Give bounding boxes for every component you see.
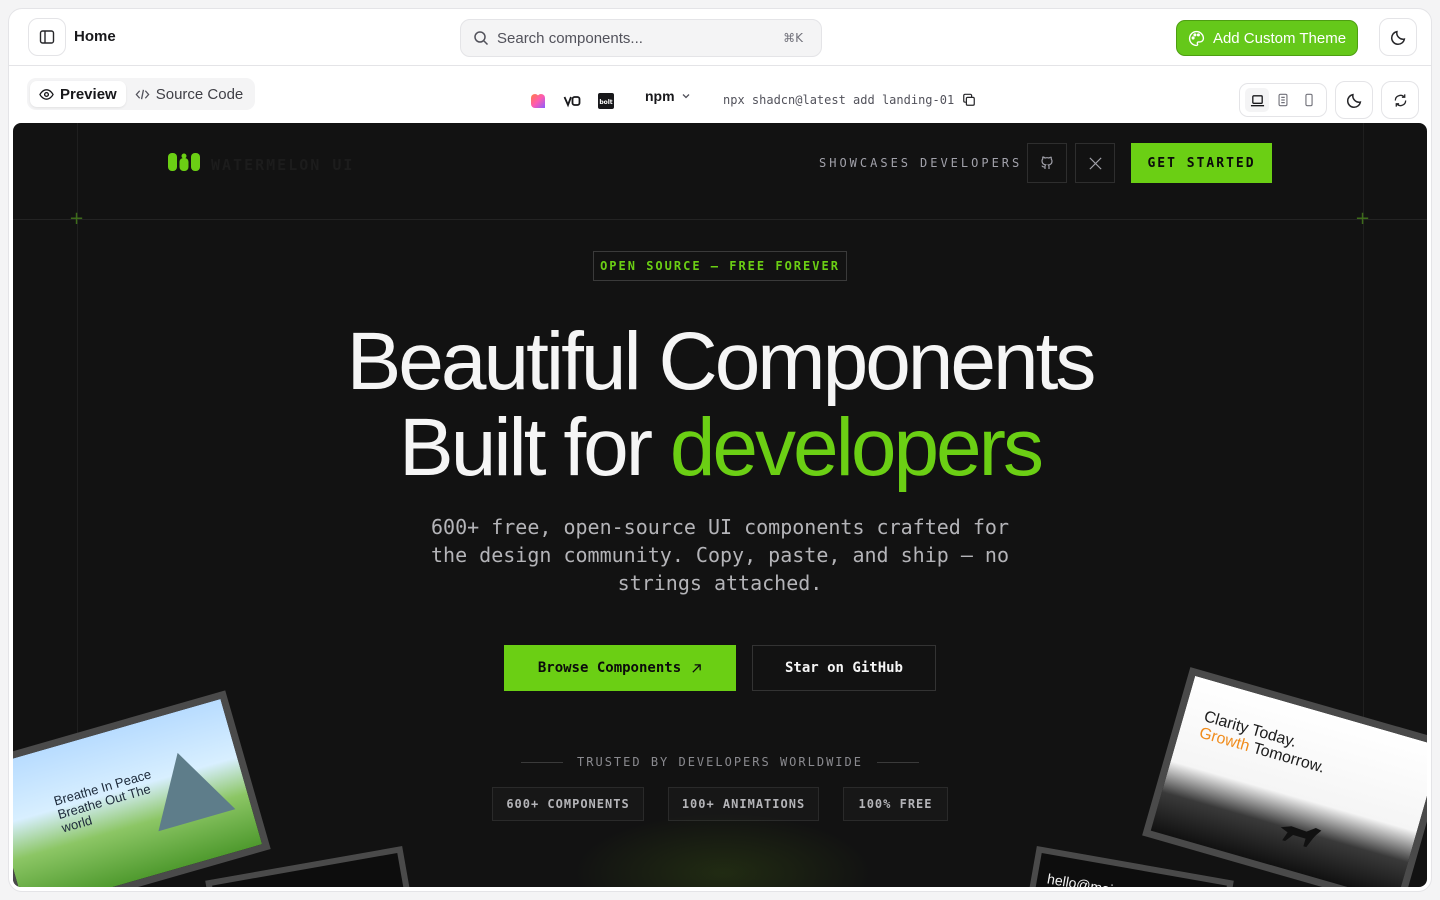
copy-icon[interactable]	[962, 93, 976, 107]
component-preview: + + WATERMELON UI SHOWCASES DEVELOPERS G…	[13, 123, 1427, 887]
bolt-icon[interactable]: bolt	[597, 92, 615, 110]
add-custom-theme-button[interactable]: Add Custom Theme	[1176, 20, 1358, 56]
x-logo-icon	[1088, 156, 1102, 170]
svg-text:bolt: bolt	[599, 99, 612, 106]
trusted-label: TRUSTED BY DEVELOPERS WORLDWIDE	[577, 755, 863, 769]
hero-subcopy: 600+ free, open-source UI components cra…	[431, 515, 1009, 595]
github-button[interactable]	[1027, 143, 1067, 183]
showcase-card-left[interactable]: Breathe In Peace Breathe Out The world	[13, 690, 271, 887]
search-shortcut: ⌘K	[783, 31, 803, 45]
browse-components-button[interactable]: Browse Components	[504, 645, 736, 691]
divider	[521, 761, 564, 763]
nav-showcases[interactable]: SHOWCASES	[819, 156, 911, 170]
home-breadcrumb[interactable]: Home	[74, 28, 116, 45]
view-tabs: Preview Source Code	[27, 78, 256, 110]
tab-preview-label: Preview	[60, 85, 117, 103]
tab-source-code-label: Source Code	[155, 85, 244, 103]
nav-developers[interactable]: DEVELOPERS	[920, 156, 1022, 170]
showcase-card-right-text: Clarity Today. Growth Tomorrow.	[1197, 708, 1331, 776]
sidebar-icon	[39, 30, 55, 44]
install-command: npx shadcn@latest add landing-01	[713, 86, 984, 114]
sidebar-toggle-button[interactable]	[28, 18, 66, 56]
watermelon-logo-icon	[168, 153, 200, 171]
desktop-view-button[interactable]	[1245, 88, 1269, 112]
package-manager-value: npm	[645, 88, 675, 104]
search-box[interactable]: ⌘K	[460, 19, 822, 57]
top-bar: Home ⌘K Add Custom Theme	[9, 9, 1431, 66]
plus-marker: +	[1355, 208, 1371, 229]
preview-theme-toggle-button[interactable]	[1335, 81, 1373, 119]
hero-headline-line1: Beautiful Components	[346, 316, 1097, 407]
search-icon	[474, 31, 489, 46]
v0-icon[interactable]	[563, 92, 581, 110]
eye-icon	[39, 88, 54, 100]
chevron-down-icon	[682, 94, 690, 99]
refresh-preview-button[interactable]	[1381, 81, 1419, 119]
device-size-switcher	[1239, 83, 1327, 117]
divider	[876, 761, 919, 763]
tab-preview[interactable]: Preview	[30, 81, 126, 107]
package-manager-select[interactable]: npm	[645, 88, 691, 104]
palette-icon	[1188, 30, 1205, 46]
card-right2-text: hello@mai	[1046, 870, 1115, 887]
hero-headline-line2: Built for developers	[13, 405, 1427, 491]
showcase-card-right[interactable]: Clarity Today. Growth Tomorrow.	[1142, 667, 1427, 887]
refresh-icon	[1394, 93, 1406, 107]
lovable-icon[interactable]	[529, 92, 547, 110]
grid-line	[13, 219, 1427, 220]
smartphone-icon	[1305, 93, 1313, 107]
open-source-badge: OPEN SOURCE — FREE FOREVER	[593, 251, 847, 281]
x-twitter-button[interactable]	[1075, 143, 1115, 183]
laptop-icon	[1250, 94, 1264, 106]
headline-prefix: Built for	[399, 402, 670, 493]
browse-components-label: Browse Components	[537, 660, 682, 676]
preview-toolbar: Preview Source Code bolt npm npx shadcn@…	[9, 66, 1431, 122]
github-icon	[1041, 156, 1053, 169]
arrow-up-right-icon	[692, 663, 701, 673]
search-input[interactable]	[497, 29, 757, 47]
dark-mode-toggle-button[interactable]	[1379, 18, 1417, 56]
mobile-view-button[interactable]	[1297, 88, 1321, 112]
star-on-github-button[interactable]: Star on GitHub	[752, 645, 936, 691]
plus-marker: +	[69, 208, 85, 229]
get-started-button[interactable]: GET STARTED	[1131, 143, 1272, 183]
tab-source-code[interactable]: Source Code	[126, 81, 253, 107]
glow-effect	[573, 813, 873, 887]
add-custom-theme-label: Add Custom Theme	[1212, 29, 1347, 47]
open-in-tools: bolt	[529, 92, 615, 110]
tablet-view-button[interactable]	[1271, 88, 1295, 112]
install-command-text: npx shadcn@latest add landing-01	[723, 93, 955, 107]
headline-accent: developers	[669, 402, 1044, 493]
tablet-icon	[1278, 93, 1288, 107]
brand-name[interactable]: WATERMELON UI	[211, 156, 354, 174]
moon-icon	[1346, 93, 1361, 108]
moon-icon	[1390, 30, 1405, 45]
app-frame: Home ⌘K Add Custom Theme Preview Source …	[8, 8, 1432, 892]
code-icon	[135, 89, 150, 99]
horse-icon	[1280, 826, 1322, 848]
